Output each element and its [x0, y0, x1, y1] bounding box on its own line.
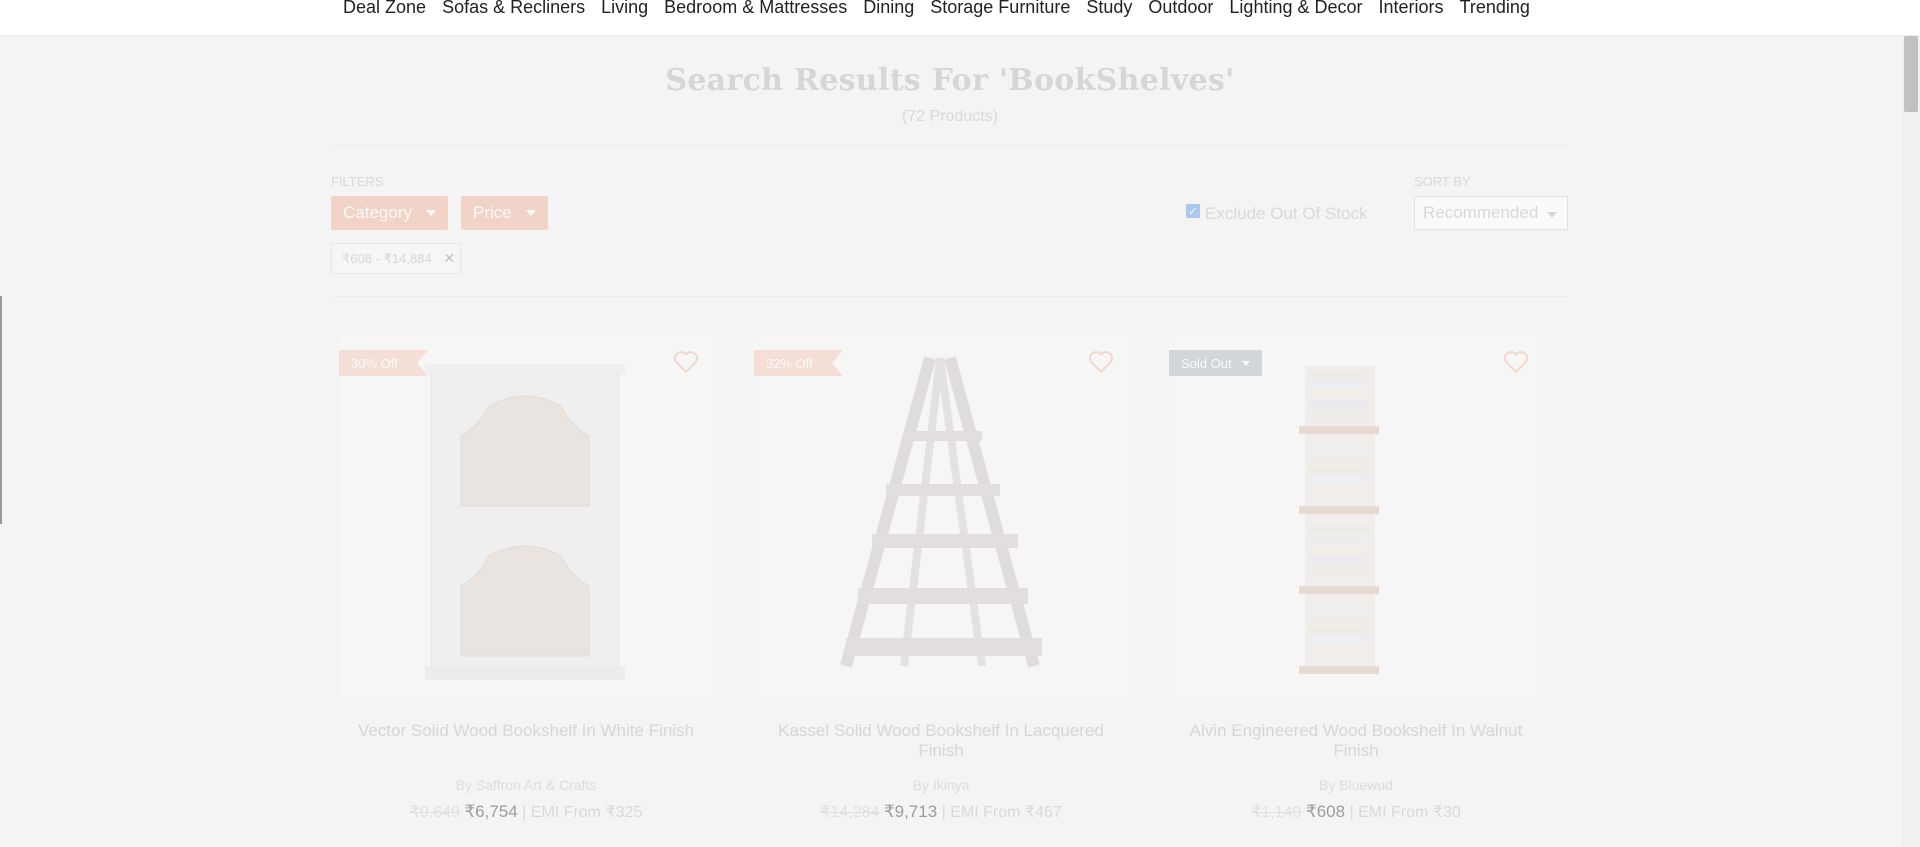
nav-item-study[interactable]: Study — [1086, 0, 1132, 16]
emi-text: | EMI From ₹325 — [522, 804, 643, 821]
side-panel-edge — [0, 296, 2, 524]
product-prices: ₹14,284 ₹9,713 | EMI From ₹467 — [746, 802, 1136, 822]
nav-item-living[interactable]: Living — [601, 0, 648, 16]
checkbox[interactable]: ✓ — [1186, 204, 1200, 218]
nav-item-outdoor[interactable]: Outdoor — [1148, 0, 1213, 16]
sort-selected-value: Recommended — [1423, 203, 1539, 222]
chevron-down-icon — [1547, 212, 1557, 218]
search-results-title: Search Results For 'BookShelves' — [665, 63, 1235, 98]
sort-by-label: SORT BY — [1414, 174, 1471, 189]
discount-badge: 30% Off — [339, 350, 428, 376]
active-price-filter-chip: ₹608 - ₹14,884 ✕ — [331, 243, 461, 274]
chevron-down-icon — [525, 210, 536, 216]
category-filter-button[interactable]: Category — [331, 196, 448, 230]
scrollbar-thumb[interactable] — [1904, 36, 1918, 112]
nav-item-interiors[interactable]: Interiors — [1379, 0, 1444, 16]
product-prices: ₹9,649 ₹6,754 | EMI From ₹325 — [331, 802, 721, 822]
divider — [331, 296, 1568, 297]
ladder-bookshelf-image — [840, 356, 1042, 668]
product-brand[interactable]: By Ikinya — [746, 777, 1136, 793]
chip-label: ₹608 - ₹14,884 — [342, 250, 432, 266]
nav-item-dining[interactable]: Dining — [863, 0, 914, 16]
sort-by-select[interactable]: Recommended — [1414, 196, 1568, 230]
chevron-down-icon — [1241, 360, 1250, 366]
top-navigation: Deal Zone Sofas & Recliners Living Bedro… — [0, 0, 1920, 36]
sold-out-badge[interactable]: Sold Out — [1169, 350, 1262, 376]
original-price: ₹1,149 — [1251, 804, 1302, 821]
product-brand[interactable]: By Saffron Art & Crafts — [331, 777, 721, 793]
heart-icon[interactable] — [1503, 350, 1529, 374]
product-image[interactable] — [754, 336, 1128, 698]
filters-label: FILTERS — [331, 174, 384, 189]
emi-text: | EMI From ₹467 — [941, 804, 1062, 821]
original-price: ₹14,284 — [820, 804, 880, 821]
nav-item-sofas-recliners[interactable]: Sofas & Recliners — [442, 0, 585, 16]
close-icon[interactable]: ✕ — [444, 250, 456, 267]
product-name[interactable]: Alvin Engineered Wood Bookshelf In Walnu… — [1181, 721, 1531, 761]
heart-icon[interactable] — [673, 350, 699, 374]
original-price: ₹9,649 — [409, 804, 460, 821]
sale-price: ₹9,713 — [883, 802, 938, 821]
emi-text: | EMI From ₹30 — [1349, 804, 1461, 821]
nav-item-deal-zone[interactable]: Deal Zone — [343, 0, 426, 16]
sale-price: ₹6,754 — [464, 802, 518, 821]
product-image[interactable] — [1169, 336, 1543, 698]
product-name[interactable]: Vector Solid Wood Bookshelf In White Fin… — [351, 721, 701, 741]
nav-item-lighting-decor[interactable]: Lighting & Decor — [1229, 0, 1362, 16]
heart-icon[interactable] — [1088, 350, 1114, 374]
product-prices: ₹1,149 ₹608 | EMI From ₹30 — [1161, 802, 1551, 822]
product-brand[interactable]: By Bluewud — [1161, 777, 1551, 793]
nav-item-trending[interactable]: Trending — [1460, 0, 1530, 16]
scrollbar[interactable] — [1902, 36, 1920, 847]
category-filter-label: Category — [343, 203, 412, 222]
product-image[interactable] — [339, 336, 713, 698]
product-card[interactable]: Sold Out Alvin Engineered Wood Bookshelf… — [1161, 336, 1551, 847]
divider — [331, 145, 1568, 146]
discount-badge: 32% Off — [754, 350, 843, 376]
nav-item-storage-furniture[interactable]: Storage Furniture — [930, 0, 1070, 16]
white-bookshelf-image — [425, 364, 625, 680]
exclude-out-of-stock[interactable]: ✓ Exclude Out Of Stock — [1186, 204, 1368, 224]
exclude-out-of-stock-label: Exclude Out Of Stock — [1205, 204, 1368, 223]
product-count: (72 Products) — [901, 108, 999, 125]
sale-price: ₹608 — [1305, 802, 1346, 821]
chevron-down-icon — [425, 210, 436, 216]
price-filter-button[interactable]: Price — [461, 196, 548, 230]
tower-bookshelf-image — [1299, 366, 1379, 674]
product-card[interactable]: 30% Off Vector Solid Wood Bookshelf In W… — [331, 336, 721, 847]
sold-out-label: Sold Out — [1181, 355, 1232, 371]
nav-item-bedroom-mattresses[interactable]: Bedroom & Mattresses — [664, 0, 847, 16]
product-name[interactable]: Kassel Solid Wood Bookshelf In Lacquered… — [766, 721, 1116, 761]
product-card[interactable]: 32% Off Kassel Solid Wood Bookshelf In L… — [746, 336, 1136, 847]
price-filter-label: Price — [473, 203, 512, 222]
